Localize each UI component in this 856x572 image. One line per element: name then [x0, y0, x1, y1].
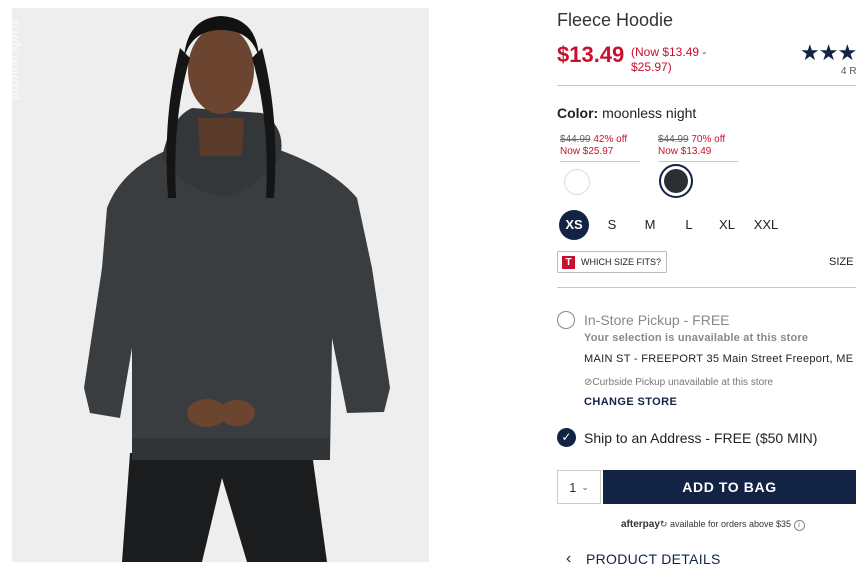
swatch-fill [664, 169, 688, 193]
size-m[interactable]: M [635, 210, 665, 240]
swatch-now-price: Now $13.49 [658, 146, 712, 157]
divider [557, 85, 856, 86]
swatch-price-dark: $44.99 70% off Now $13.49 [658, 134, 738, 162]
color-swatch-moonless-night[interactable] [659, 164, 693, 198]
product-details-toggle[interactable]: PRODUCT DETAILS [586, 551, 721, 567]
store-address: MAIN ST - FREEPORT 35 Main Street Freepo… [584, 353, 856, 365]
swatch-now-price: Now $25.97 [560, 146, 614, 157]
pickup-label[interactable]: In-Store Pickup - FREE [584, 312, 730, 328]
afterpay-logo: afterpay [621, 519, 660, 530]
swatch-discount: 70% off [691, 134, 726, 145]
size-xxl[interactable]: XXL [750, 210, 782, 240]
chevron-down-icon: ⌄ [581, 481, 589, 492]
quantity-select[interactable]: 1 ⌄ [557, 470, 601, 504]
color-value: moonless night [602, 105, 697, 121]
afterpay-text: available for orders above $35 [669, 519, 792, 529]
chevron-left-icon[interactable]: ‹ [566, 550, 571, 568]
size-l[interactable]: L [674, 210, 704, 240]
true-fit-icon: T [562, 255, 575, 269]
add-to-bag-button[interactable]: ADD TO BAG [603, 470, 856, 504]
afterpay-note: afterpay↻ available for orders above $35… [621, 519, 805, 531]
swatch-discount: 42% off [593, 134, 628, 145]
model-photo [12, 8, 429, 562]
size-xl[interactable]: XL [712, 210, 742, 240]
product-title: Fleece Hoodie [557, 10, 674, 30]
quantity-value: 1 [569, 479, 577, 495]
product-image [12, 8, 429, 562]
swatch-old-price: $44.99 [560, 134, 591, 145]
review-count[interactable]: 4 Reviews [841, 66, 856, 77]
size-xs[interactable]: XS [559, 210, 589, 240]
ship-label[interactable]: Ship to an Address - FREE ($50 MIN) [584, 430, 817, 446]
pickup-unavailable-note: Your selection is unavailable at this st… [584, 332, 809, 344]
rating-stars[interactable]: ★★★★★ [800, 40, 856, 66]
color-label-prefix: Color: [557, 105, 599, 121]
which-size-label: WHICH SIZE FITS? [581, 257, 662, 267]
curbside-note: ⊘Curbside Pickup unavailable at this sto… [584, 377, 773, 388]
size-chart-link[interactable]: SIZE CHART [829, 256, 856, 268]
watermark: fashion spirit [6, 20, 22, 100]
afterpay-arrows-icon: ↻ [659, 519, 668, 529]
curbside-text: Curbside Pickup unavailable at this stor… [592, 377, 774, 388]
color-swatch-white[interactable] [564, 169, 590, 195]
current-price: $13.49 [557, 42, 625, 67]
pickup-radio[interactable] [557, 311, 575, 329]
store-street: 35 Main Street Freeport, ME [706, 353, 854, 365]
which-size-fits-button[interactable]: T WHICH SIZE FITS? [557, 251, 668, 273]
change-store-link[interactable]: CHANGE STORE [584, 396, 677, 408]
swatch-price-white: $44.99 42% off Now $25.97 [560, 134, 640, 162]
price-range: (Now $13.49 - $25.97) [631, 45, 707, 74]
info-icon[interactable]: i [793, 520, 805, 531]
ship-checkbox-checked-icon[interactable]: ✓ [557, 428, 576, 447]
color-label: Color: moonless night [557, 105, 696, 121]
swatch-old-price: $44.99 [658, 134, 689, 145]
store-name: MAIN ST - FREEPORT [584, 353, 704, 365]
divider [557, 287, 856, 288]
size-s[interactable]: S [597, 210, 627, 240]
